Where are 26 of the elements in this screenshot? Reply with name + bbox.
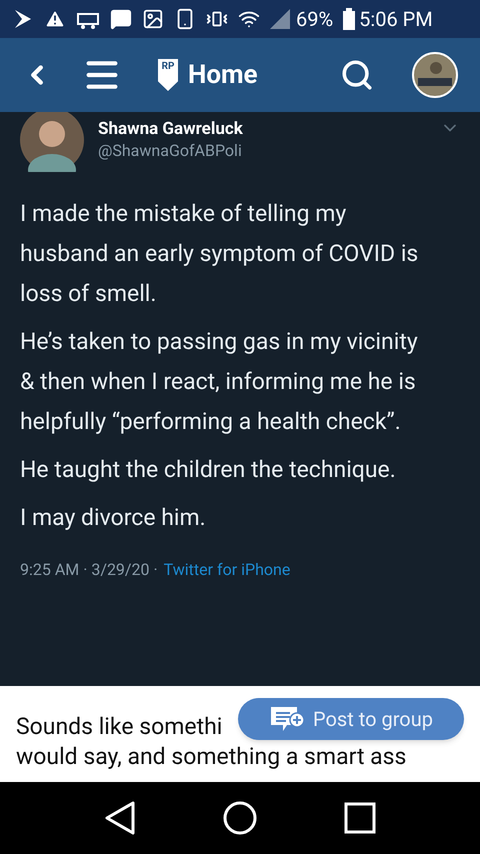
signal-icon: [270, 9, 290, 29]
user-handle: @ShawnaGofABPoli: [98, 140, 243, 162]
tweet-paragraph: I made the mistake of telling my husband an early symptom of COVID is loss of smell.: [20, 199, 420, 309]
tweet-paragraph: He taught the children the technique.: [20, 455, 397, 485]
profile-avatar[interactable]: [412, 52, 458, 98]
user-avatar: [20, 112, 84, 172]
logo: RP: [158, 59, 178, 91]
tweet-paragraph: I may divorce him.: [20, 503, 207, 533]
home-nav-icon[interactable]: [222, 801, 257, 835]
message-icon: [110, 8, 132, 30]
tweet-paragraph: He’s taken to passing gas in my vicinity & then when I react, informing me he is helpfully “performing a health check”.: [20, 327, 419, 437]
add-comment-icon: [269, 705, 306, 733]
back-nav-icon[interactable]: [104, 801, 136, 835]
page-title: Home: [188, 58, 258, 92]
user-name: Shawna Gawreluck: [98, 118, 243, 140]
clock: 5:06 PM: [359, 6, 433, 33]
post-to-group-button[interactable]: Post to group: [238, 698, 464, 740]
search-button[interactable]: [340, 58, 374, 92]
search-icon: [340, 58, 374, 92]
comment-text: would say, and something a smart ass: [16, 742, 406, 772]
battery-icon: [343, 8, 356, 30]
comment-text: Sounds like somethi: [16, 712, 222, 742]
recents-nav-icon[interactable]: [344, 802, 376, 834]
tweet-timestamp: 9:25 AM · 3/29/20 ·: [20, 559, 158, 581]
image-icon: [142, 8, 164, 30]
battery-percent: 69%: [296, 6, 334, 33]
